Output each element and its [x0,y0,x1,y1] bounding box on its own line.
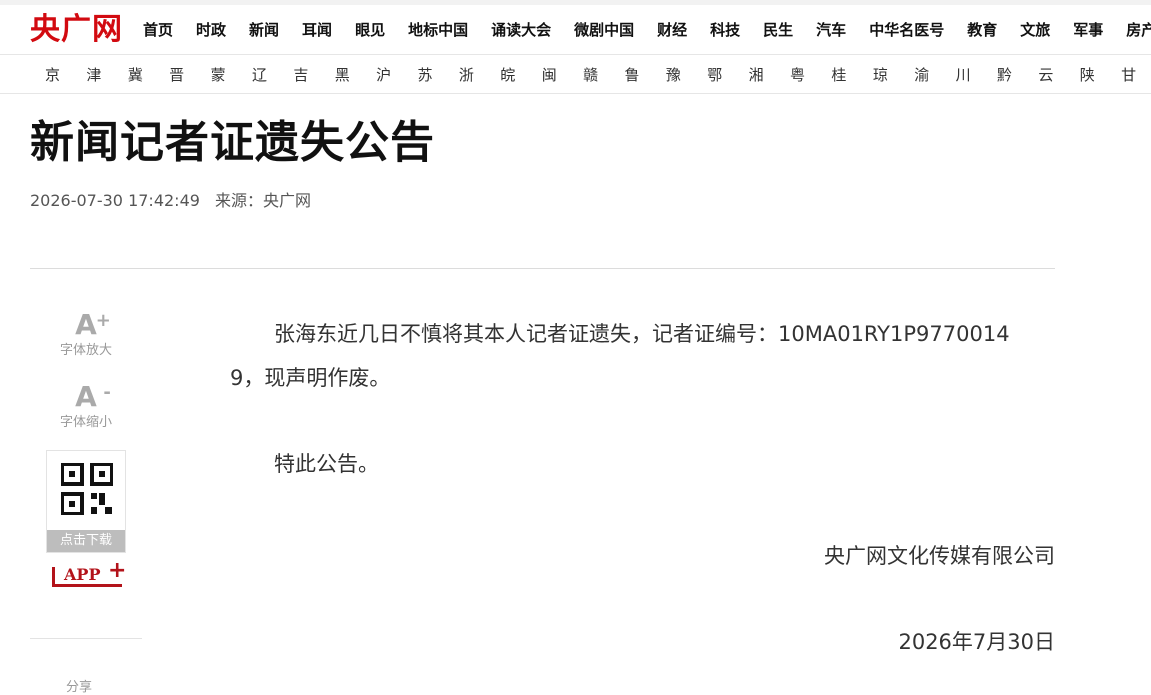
qr-code-icon [61,463,113,515]
region-nav-item[interactable]: 皖 [500,56,541,94]
region-nav-item[interactable]: 陕 [1080,56,1121,94]
region-nav-item[interactable]: 云 [1038,56,1079,94]
nav-item[interactable]: 地标中国 [408,5,468,55]
region-nav-item[interactable]: 渝 [914,56,955,94]
font-shrink-button[interactable]: A- 字体缩小 [30,380,142,432]
region-nav-item[interactable]: 川 [956,56,997,94]
region-nav-item[interactable]: 吉 [293,56,334,94]
main-nav: 首页 时政 新闻 耳闻 眼见 地标中国 诵读大会 微剧中国 财经 科技 民生 汽车 中华名医号 教育 文旅军… [143,5,1151,55]
region-nav-item[interactable]: 闽 [542,56,583,94]
qr-download-label: 点击下载 [47,530,125,552]
nav-item[interactable]: 科技 [710,5,740,55]
nav-item[interactable]: 首页 [143,5,173,55]
app-download-badge[interactable]: APP + [50,558,130,593]
nav-item[interactable]: 微剧中国 [574,5,634,55]
region-nav-item[interactable]: 辽 [252,56,293,94]
region-nav-item[interactable]: 京 [45,56,86,94]
region-nav-item[interactable]: 津 [86,56,127,94]
region-nav-item[interactable]: 冀 [128,56,169,94]
region-nav-item[interactable]: 沪 [376,56,417,94]
region-nav-item[interactable]: 蒙 [211,56,252,94]
article-paragraph: 张海东近几日不慎将其本人记者证遗失，记者证编号：10MA01RY1P977001… [230,322,1010,390]
region-nav-item[interactable]: 粤 [790,56,831,94]
article-meta: 2026-07-30 17:42:49 来源：央广网 [30,190,311,212]
nav-item[interactable]: 眼见 [355,5,385,55]
nav-item[interactable]: 耳闻 [302,5,332,55]
font-shrink-icon: A- [75,380,111,413]
region-nav-item[interactable]: 桂 [831,56,872,94]
region-nav-item[interactable]: 湘 [749,56,790,94]
article-sign-date: 2026年7月30日 [898,630,1055,654]
article-source: 来源：央广网 [215,191,312,210]
nav-item[interactable]: 民生 [763,5,793,55]
nav-item[interactable]: 军事 [1073,5,1103,55]
article-paragraph: 特此公告。 [274,452,379,476]
font-enlarge-icon: A + [75,308,111,341]
article-datetime: 2026-07-30 17:42:49 [30,191,200,210]
region-nav-item[interactable]: 甘 [1121,56,1151,94]
nav-item[interactable]: 财经 [657,5,687,55]
share-label[interactable]: 分享 [66,676,92,695]
toolbar-divider [30,638,142,639]
region-nav: 京津冀晋蒙辽吉黑沪苏浙皖闽赣鲁豫鄂湘粤桂琼渝川黔云陕甘 [45,56,1151,94]
article-body: 张海东近几日不慎将其本人记者证遗失，记者证编号：10MA01RY1P977001… [230,312,1056,486]
region-nav-item[interactable]: 豫 [666,56,707,94]
region-nav-item[interactable]: 浙 [459,56,500,94]
main-nav-bar: 央广网 首页 时政 新闻 耳闻 眼见 地标中国 诵读大会 微剧中国 财经 科技 民生 汽车 中华名医号教… [0,5,1151,55]
nav-item[interactable]: 教育 [967,5,997,55]
article-title: 新闻记者证遗失公告 [30,117,435,168]
app-badge-text: APP [64,565,101,584]
region-nav-item[interactable]: 晋 [169,56,210,94]
region-nav-item[interactable]: 黔 [997,56,1038,94]
nav-item[interactable]: 汽车 [816,5,846,55]
nav-item[interactable]: 文旅 [1020,5,1050,55]
font-enlarge-button[interactable]: A + 字体放大 [30,308,142,360]
title-divider [30,268,1055,269]
region-nav-item[interactable]: 苏 [418,56,459,94]
article-signature: 央广网文化传媒有限公司 [824,544,1055,568]
region-nav-item[interactable]: 黑 [335,56,376,94]
article-toolbar: A + 字体放大 A- 字体缩小 点击下载 APP + [30,308,142,593]
region-nav-item[interactable]: 赣 [583,56,624,94]
font-enlarge-label: 字体放大 [59,343,112,358]
nav-item[interactable]: 时政 [196,5,226,55]
region-nav-bar: 京津冀晋蒙辽吉黑沪苏浙皖闽赣鲁豫鄂湘粤桂琼渝川黔云陕甘 [0,56,1151,94]
nav-item[interactable]: 诵读大会 [491,5,551,55]
region-nav-item[interactable]: 琼 [873,56,914,94]
region-nav-item[interactable]: 鲁 [624,56,665,94]
font-shrink-label: 字体缩小 [59,415,112,430]
plus-icon: + [108,558,127,583]
site-logo[interactable]: 央广网 [30,13,123,47]
nav-item[interactable]: 中华名医号 [869,5,944,55]
region-nav-item[interactable]: 鄂 [707,56,748,94]
nav-item[interactable]: 新闻 [249,5,279,55]
nav-item[interactable]: 房产 [1126,5,1151,55]
qr-download-button[interactable]: 点击下载 [46,450,126,553]
